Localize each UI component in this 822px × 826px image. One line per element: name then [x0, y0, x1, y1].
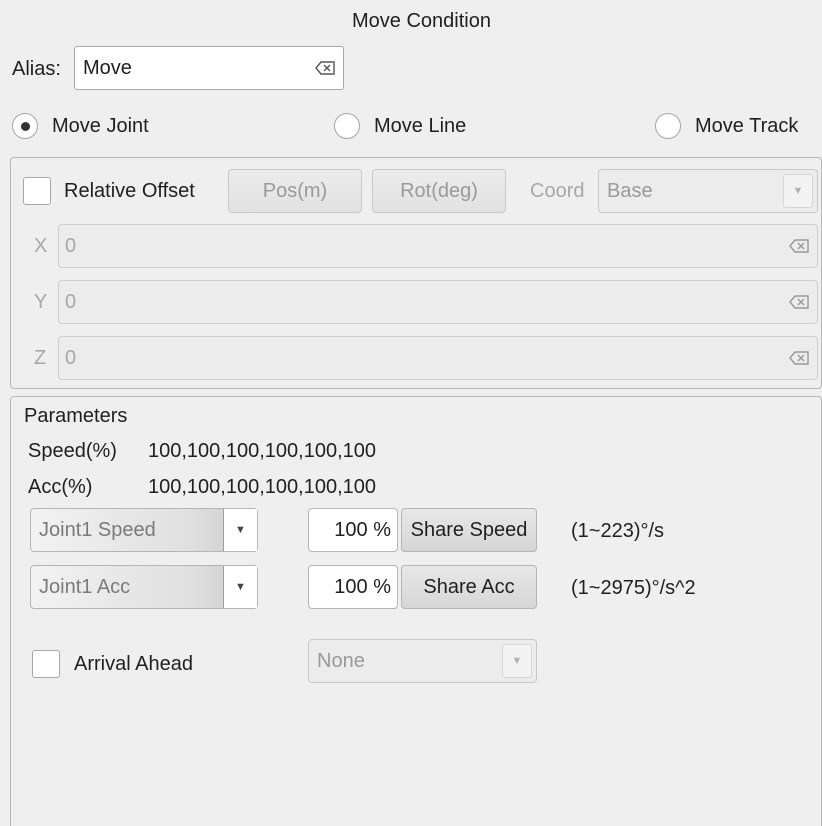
joint-acc-value: Joint1 Acc: [39, 576, 131, 598]
coord-label: Coord: [530, 180, 585, 202]
acc-percent-input[interactable]: 100 %: [308, 565, 398, 609]
clear-text-icon[interactable]: [789, 351, 809, 365]
chevron-down-icon: ▼: [783, 174, 813, 208]
radio-move-track[interactable]: Move Track: [655, 113, 798, 139]
dialog-title: Move Condition: [352, 10, 491, 32]
share-acc-button[interactable]: Share Acc: [401, 565, 537, 609]
radio-unselected-icon: [655, 113, 681, 139]
arrival-value: None: [317, 650, 365, 672]
radio-move-track-label: Move Track: [695, 114, 799, 137]
y-offset-input[interactable]: 0: [58, 280, 818, 324]
y-label: Y: [34, 291, 48, 313]
joint-acc-select[interactable]: Joint1 Acc ▼: [30, 565, 258, 609]
acc-label: Acc(%): [28, 476, 93, 498]
clear-text-icon[interactable]: [789, 239, 809, 253]
radio-move-line-label: Move Line: [374, 114, 467, 137]
alias-input[interactable]: Move: [74, 46, 344, 90]
arrival-ahead-label: Arrival Ahead: [74, 653, 193, 675]
radio-unselected-icon: [334, 113, 360, 139]
coord-select[interactable]: Base ▼: [598, 169, 818, 213]
z-offset-value: 0: [65, 347, 77, 369]
rot-button[interactable]: Rot(deg): [372, 169, 506, 213]
joint-speed-select[interactable]: Joint1 Speed ▼: [30, 508, 258, 552]
speed-label: Speed(%): [28, 440, 117, 462]
y-offset-value: 0: [65, 291, 77, 313]
clear-text-icon[interactable]: [789, 295, 809, 309]
parameters-group: [10, 396, 822, 826]
z-label: Z: [34, 347, 47, 369]
radio-move-line[interactable]: Move Line: [334, 113, 466, 139]
speed-values: 100,100,100,100,100,100: [148, 440, 376, 462]
coord-value: Base: [607, 180, 653, 202]
pos-button[interactable]: Pos(m): [228, 169, 362, 213]
speed-range: (1~223)°/s: [571, 520, 665, 542]
arrival-select[interactable]: None ▼: [308, 639, 537, 683]
chevron-down-icon: ▼: [223, 509, 257, 551]
x-label: X: [34, 235, 48, 257]
acc-range: (1~2975)°/s^2: [571, 577, 696, 599]
relative-offset-label: Relative Offset: [64, 180, 195, 202]
speed-percent-input[interactable]: 100 %: [308, 508, 398, 552]
relative-offset-checkbox[interactable]: [23, 177, 51, 205]
x-offset-value: 0: [65, 235, 77, 257]
radio-move-joint[interactable]: Move Joint: [12, 113, 149, 139]
share-speed-button[interactable]: Share Speed: [401, 508, 537, 552]
chevron-down-icon: ▼: [502, 644, 532, 678]
radio-selected-icon: [12, 113, 38, 139]
radio-move-joint-label: Move Joint: [52, 114, 149, 137]
z-offset-input[interactable]: 0: [58, 336, 818, 380]
clear-text-icon[interactable]: [315, 61, 335, 75]
chevron-down-icon: ▼: [223, 566, 257, 608]
arrival-ahead-checkbox[interactable]: [32, 650, 60, 678]
alias-label: Alias:: [12, 58, 61, 80]
x-offset-input[interactable]: 0: [58, 224, 818, 268]
acc-values: 100,100,100,100,100,100: [148, 476, 376, 498]
parameters-heading: Parameters: [24, 405, 128, 427]
alias-value: Move: [83, 57, 132, 79]
joint-speed-value: Joint1 Speed: [39, 519, 156, 541]
